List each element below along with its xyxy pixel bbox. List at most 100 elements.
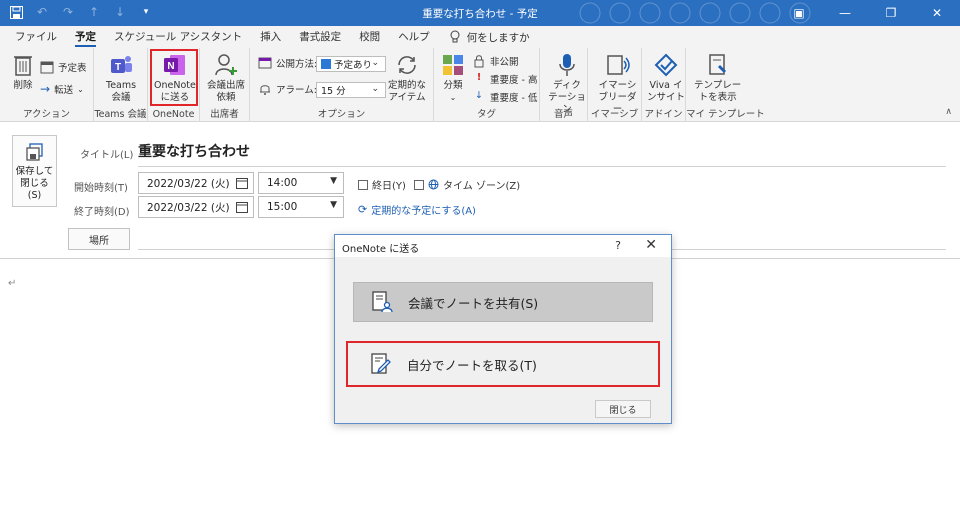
templates-line1: テンプレー bbox=[694, 80, 742, 91]
save-close-line2: 閉じる bbox=[20, 178, 49, 189]
private-label: 非公開 bbox=[490, 57, 519, 68]
end-date-input[interactable]: 2022/03/22 (火) bbox=[138, 196, 254, 218]
chevron-down-icon: ⌄ bbox=[77, 84, 84, 94]
bell-icon bbox=[260, 85, 270, 95]
save-and-close-button[interactable]: 保存して 閉じる (S) bbox=[12, 135, 57, 207]
ribbon-display-options-button[interactable]: ▣ bbox=[776, 0, 822, 26]
restore-button[interactable]: ❐ bbox=[868, 0, 914, 26]
calendar-icon bbox=[40, 61, 54, 74]
end-date-value: 2022/03/22 (火) bbox=[147, 201, 230, 214]
group-label-template: マイ テンプレート bbox=[686, 109, 765, 120]
body-editor-cursor[interactable]: ↵ bbox=[8, 278, 16, 289]
tab-file[interactable]: ファイル bbox=[6, 26, 66, 48]
minimize-button[interactable]: — bbox=[822, 0, 868, 26]
low-importance-label: 重要度 - 低 bbox=[490, 93, 538, 104]
time-zone-box[interactable] bbox=[414, 179, 424, 190]
group-label-teams: Teams 会議 bbox=[94, 109, 147, 120]
forward-button[interactable]: → 転送 ⌄ bbox=[40, 82, 84, 96]
private-button[interactable]: 非公開 bbox=[472, 54, 519, 68]
save-close-line1: 保存して bbox=[15, 166, 54, 177]
calendar-picker-icon[interactable] bbox=[236, 201, 248, 213]
group-label-tags: タグ bbox=[476, 109, 496, 120]
view-templates-button[interactable]: テンプレー トを表示 bbox=[694, 52, 741, 104]
show-as-control: 公開方法: bbox=[258, 56, 317, 70]
ribbon-tabs: ファイル 予定 スケジュール アシスタント 挿入 書式設定 校閲 ヘルプ 何をし… bbox=[0, 26, 960, 48]
tab-help[interactable]: ヘルプ bbox=[389, 26, 439, 48]
trash-icon bbox=[14, 56, 32, 76]
forward-label: 転送 bbox=[54, 85, 74, 96]
recurrence-button[interactable]: 定期的な アイテム bbox=[388, 52, 426, 104]
group-action: 削除 予定表 → 転送 ⌄ アクション bbox=[0, 48, 94, 122]
tab-review[interactable]: 校閲 bbox=[350, 26, 389, 48]
group-label-voice: 音声 bbox=[553, 109, 573, 120]
start-date-input[interactable]: 2022/03/22 (火) bbox=[138, 172, 254, 194]
collapse-ribbon-button[interactable]: ∧ bbox=[945, 107, 952, 117]
reminder-control: アラーム: bbox=[258, 82, 317, 96]
chevron-down-icon: ⌄ bbox=[371, 58, 379, 68]
dialog-title-bar: OneNote に送る ? ✕ bbox=[335, 235, 671, 257]
delete-button[interactable]: 削除 bbox=[10, 52, 36, 92]
show-as-select[interactable]: 予定あり ⌄ bbox=[316, 56, 386, 72]
categorize-button[interactable]: 分類 ⌄ bbox=[440, 52, 466, 104]
title-underline bbox=[138, 166, 946, 167]
location-button[interactable]: 場所 bbox=[68, 228, 130, 250]
dialog-close-icon[interactable]: ✕ bbox=[645, 237, 657, 253]
group-addin: Viva イ ンサイト アドイン bbox=[642, 48, 686, 122]
time-zone-checkbox[interactable]: タイム ゾーン(Z) bbox=[414, 177, 520, 192]
show-as-label: 公開方法: bbox=[276, 59, 318, 70]
end-time-value: 15:00 bbox=[267, 201, 298, 213]
tab-insert[interactable]: 挿入 bbox=[251, 26, 290, 48]
group-teams: T Teams 会議 Teams 会議 bbox=[94, 48, 148, 122]
start-time-label: 開始時刻(T) bbox=[74, 183, 128, 194]
group-label-action: アクション bbox=[22, 109, 71, 120]
viva-insights-button[interactable]: Viva イ ンサイト bbox=[647, 52, 685, 104]
start-time-value: 14:00 bbox=[267, 177, 298, 189]
microphone-icon bbox=[559, 54, 575, 76]
busy-color-icon bbox=[321, 59, 331, 69]
send-to-onenote-dialog: OneNote に送る ? ✕ 会議でノートを共有(S) 自分でノートを取る(T… bbox=[334, 234, 672, 424]
tab-format[interactable]: 書式設定 bbox=[290, 26, 350, 48]
reminder-label: アラーム: bbox=[276, 85, 317, 96]
tell-me-search[interactable]: 何をしますか bbox=[439, 30, 530, 45]
make-recurring-label: 定期的な予定にする(A) bbox=[371, 206, 476, 217]
reminder-select[interactable]: 15 分 ⌄ bbox=[316, 82, 386, 98]
dialog-help-button[interactable]: ? bbox=[615, 239, 621, 252]
recurrence-icon bbox=[398, 56, 416, 74]
group-options: 公開方法: 予定あり ⌄ アラーム: 15 分 ⌄ 定期的な アイテム オプショ… bbox=[250, 48, 434, 122]
close-window-button[interactable]: ✕ bbox=[914, 0, 960, 26]
dialog-title: OneNote に送る bbox=[342, 244, 420, 255]
chevron-down-icon: ▼ bbox=[330, 176, 337, 186]
group-immersive: イマーシ ブリーダー イマーシブ bbox=[588, 48, 642, 122]
end-time-select[interactable]: 15:00 ▼ bbox=[258, 196, 344, 218]
teams-meeting-button[interactable]: T Teams 会議 bbox=[106, 52, 136, 104]
high-importance-button[interactable]: ! 重要度 - 高 bbox=[472, 72, 538, 86]
make-recurring-link[interactable]: ⟳ 定期的な予定にする(A) bbox=[358, 202, 476, 217]
tab-appointment[interactable]: 予定 bbox=[66, 26, 105, 48]
template-icon bbox=[708, 54, 726, 75]
invite-attendees-button[interactable]: 会議出席 依頼 bbox=[207, 52, 245, 104]
viva-line1: Viva イ bbox=[649, 80, 683, 91]
immersive-reader-icon bbox=[606, 55, 630, 75]
all-day-checkbox[interactable]: 終日(Y) bbox=[358, 177, 406, 192]
chevron-down-icon: ⌄ bbox=[449, 93, 457, 102]
group-label-immersive: イマーシブ bbox=[590, 109, 639, 120]
invite-line1: 会議出席 bbox=[207, 80, 246, 91]
categorize-label: 分類 bbox=[443, 80, 463, 91]
title-label: タイトル(L) bbox=[80, 150, 134, 161]
lightbulb-icon bbox=[450, 30, 460, 43]
tab-scheduling-assistant[interactable]: スケジュール アシスタント bbox=[105, 26, 251, 48]
shared-notes-icon bbox=[372, 291, 393, 313]
save-close-icon bbox=[25, 143, 43, 161]
end-time-label: 終了時刻(D) bbox=[74, 207, 130, 218]
show-as-value: 予定あり bbox=[334, 60, 373, 71]
teams-icon: T bbox=[111, 56, 133, 73]
calendar-button[interactable]: 予定表 bbox=[40, 60, 87, 74]
calendar-picker-icon[interactable] bbox=[236, 177, 248, 189]
share-notes-button[interactable]: 会議でノートを共有(S) bbox=[353, 282, 653, 322]
start-time-select[interactable]: 14:00 ▼ bbox=[258, 172, 344, 194]
title-input[interactable]: 重要な打ち合わせ bbox=[138, 141, 250, 161]
dialog-close-button[interactable]: 閉じる bbox=[595, 400, 651, 418]
all-day-box[interactable] bbox=[358, 179, 368, 190]
low-importance-button[interactable]: ↓ 重要度 - 低 bbox=[472, 90, 537, 104]
high-importance-label: 重要度 - 高 bbox=[490, 75, 538, 86]
